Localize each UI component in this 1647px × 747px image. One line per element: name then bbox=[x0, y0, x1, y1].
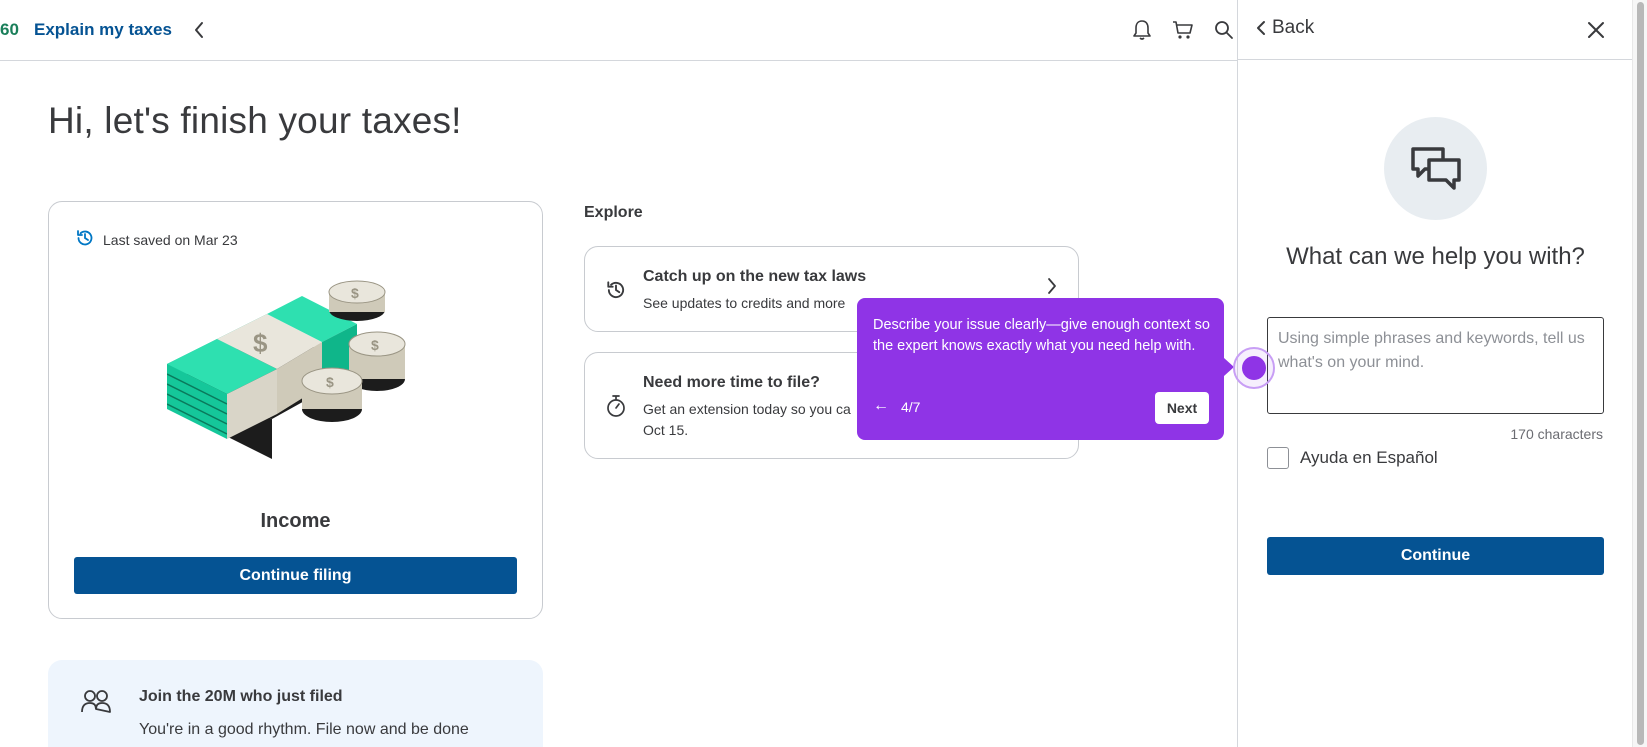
svg-text:$: $ bbox=[326, 374, 334, 390]
tour-tooltip-text: Describe your issue clearly—give enough … bbox=[873, 317, 1210, 354]
tour-beacon-dot[interactable] bbox=[1242, 356, 1266, 380]
continue-button[interactable]: Continue bbox=[1267, 537, 1604, 575]
history-clock-icon bbox=[603, 277, 629, 303]
people-group-icon bbox=[80, 687, 112, 720]
chevron-left-icon[interactable] bbox=[188, 17, 210, 43]
back-label: Back bbox=[1272, 17, 1315, 38]
cart-icon[interactable] bbox=[1171, 18, 1195, 42]
explore-heading: Explore bbox=[584, 204, 643, 221]
search-icon[interactable] bbox=[1212, 18, 1236, 42]
tour-next-button[interactable]: Next bbox=[1155, 392, 1209, 424]
explore-card-desc-line2: Oct 15. bbox=[643, 422, 689, 438]
history-clock-icon bbox=[75, 228, 95, 251]
last-saved-text: Last saved on Mar 23 bbox=[103, 231, 238, 248]
explore-card-title: Need more time to file? bbox=[643, 374, 820, 391]
help-panel-header: Back bbox=[1238, 0, 1633, 60]
tour-step-counter: 4/7 bbox=[901, 399, 921, 415]
explore-card-desc: Get an extension today so you ca bbox=[643, 401, 851, 417]
tour-back-arrow-icon[interactable]: ← bbox=[873, 397, 889, 415]
scrollbar[interactable] bbox=[1632, 0, 1647, 747]
spanish-help-checkbox[interactable] bbox=[1267, 447, 1289, 469]
spanish-help-label: Ayuda en Español bbox=[1300, 448, 1438, 467]
last-saved: Last saved on Mar 23 bbox=[75, 228, 238, 251]
scrollbar-thumb[interactable] bbox=[1637, 2, 1644, 745]
back-button[interactable]: Back bbox=[1256, 17, 1314, 39]
stopwatch-icon bbox=[603, 393, 629, 419]
continue-filing-button[interactable]: Continue filing bbox=[74, 557, 517, 594]
brand-fragment: 60 bbox=[0, 20, 19, 39]
bell-icon[interactable] bbox=[1130, 18, 1154, 42]
explore-card-title: Catch up on the new tax laws bbox=[643, 268, 867, 285]
svg-text:$: $ bbox=[253, 328, 268, 358]
money-stack-illustration: $ $ $ $ bbox=[167, 280, 406, 459]
chevron-left-icon bbox=[1257, 21, 1265, 35]
chevron-right-icon bbox=[1046, 277, 1058, 300]
join-text: You're in a good rhythm. File now and be… bbox=[139, 721, 469, 738]
explore-card-desc: See updates to credits and more bbox=[643, 295, 846, 311]
explain-my-taxes-link[interactable]: Explain my taxes bbox=[34, 20, 172, 40]
svg-text:$: $ bbox=[351, 285, 359, 301]
close-icon[interactable] bbox=[1582, 16, 1610, 44]
chat-bubbles-icon bbox=[1384, 117, 1487, 220]
character-count: 170 characters bbox=[1510, 426, 1603, 442]
top-bar: 60 Explain my taxes bbox=[0, 0, 1237, 61]
help-question-textarea[interactable] bbox=[1267, 317, 1604, 414]
spanish-help-option[interactable]: Ayuda en Español bbox=[1267, 447, 1438, 469]
join-title: Join the 20M who just filed bbox=[139, 688, 343, 705]
tour-tooltip: Describe your issue clearly—give enough … bbox=[857, 298, 1234, 440]
income-label: Income bbox=[260, 510, 331, 532]
help-heading: What can we help you with? bbox=[1286, 243, 1585, 270]
help-panel: Back What can we help you with? 170 char… bbox=[1237, 0, 1633, 747]
join-card: Join the 20M who just filed You're in a … bbox=[48, 660, 543, 747]
svg-text:$: $ bbox=[371, 337, 379, 353]
income-card: Last saved on Mar 23 $ $ $ $ Income Cont… bbox=[48, 201, 543, 619]
page-title: Hi, let's finish your taxes! bbox=[48, 100, 462, 141]
